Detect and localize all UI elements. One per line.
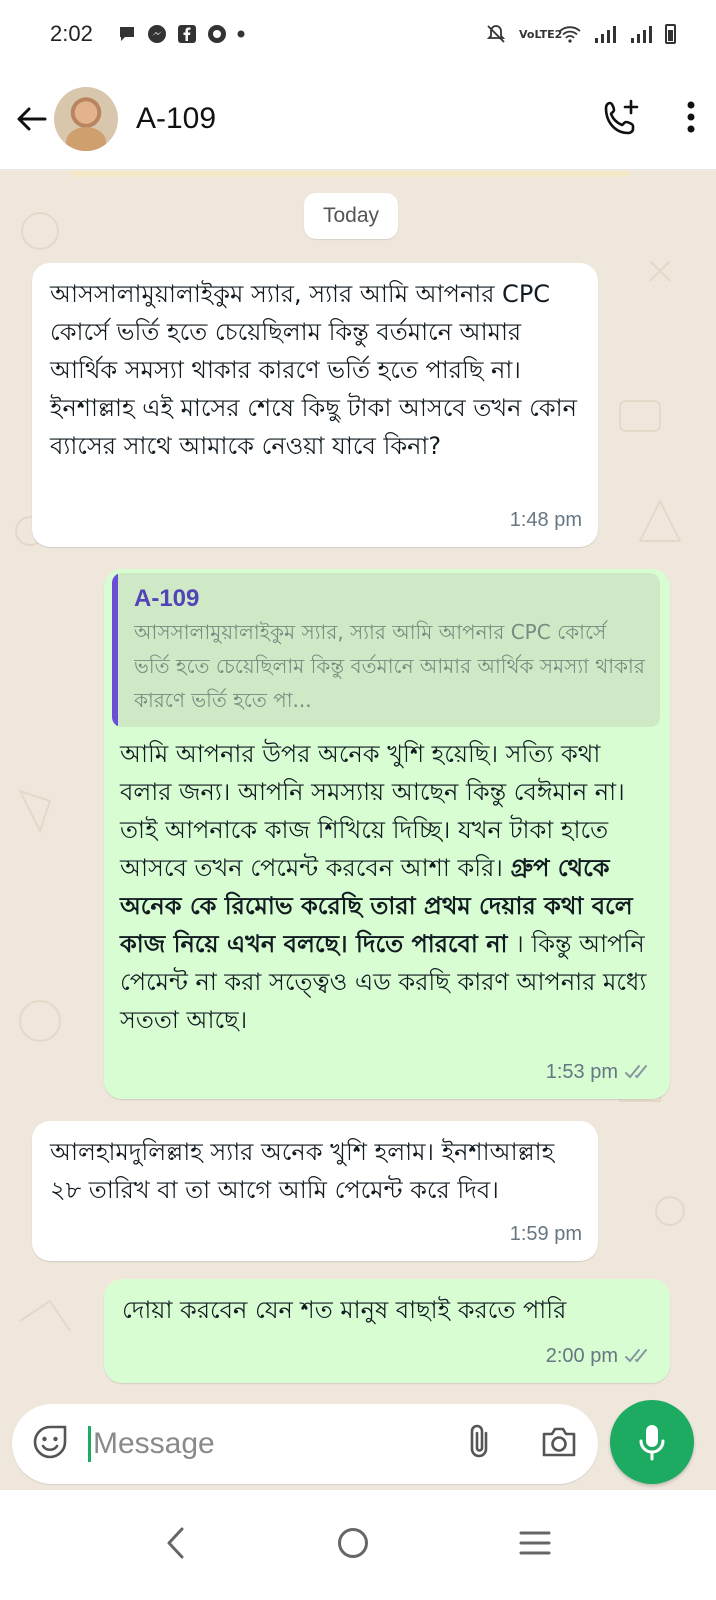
message-time: 2:00 pm (545, 1345, 618, 1367)
message-bubble-incoming[interactable]: আলহামদুলিল্লাহ স্যার অনেক খুশি হলাম। ইনশ… (32, 1121, 598, 1261)
status-bar: 2:02 VoLTE2 (0, 0, 716, 68)
quoted-text: আসসালামুয়ালাইকুম স্যার, স্যার আমি আপনার… (134, 620, 645, 712)
recents-icon (519, 1531, 551, 1555)
message-meta: 1:48 pm (510, 501, 582, 539)
message-meta: 1:53 pm (546, 1053, 654, 1091)
message-meta: 2:00 pm (546, 1337, 654, 1375)
composer-actions (466, 1423, 578, 1465)
camera-icon (542, 1427, 576, 1457)
microphone-icon (639, 1425, 665, 1461)
date-divider: Today (304, 193, 398, 239)
message-bubble-outgoing[interactable]: A-109 আসসালামুয়ালাইকুম স্যার, স্যার আমি… (104, 569, 670, 1099)
wifi-icon (559, 26, 581, 43)
message-text: আসসালামুয়ালাইকুম স্যার, স্যার আমি আপনার… (50, 280, 577, 460)
battery-icon (665, 24, 676, 44)
system-indicators: VoLTE2 (485, 23, 676, 45)
voice-message-button[interactable] (610, 1400, 694, 1484)
volte-label: VoLTE2 (519, 27, 563, 41)
message-input[interactable]: Message (12, 1404, 598, 1484)
back-button[interactable] (14, 102, 48, 136)
app-notification-icon (207, 25, 226, 43)
add-call-icon (604, 99, 639, 134)
more-options-button[interactable] (686, 100, 696, 138)
message-time: 1:59 pm (509, 1223, 582, 1245)
header-actions (602, 97, 696, 141)
message-text: আমি আপনার উপর অনেক খুশি হয়েছি। সত্যি কথ… (120, 735, 654, 1039)
facebook-icon (177, 25, 196, 43)
message-placeholder: Message (93, 1427, 215, 1460)
mute-icon (486, 25, 506, 43)
emoji-button[interactable] (32, 1424, 68, 1464)
more-vert-icon (687, 101, 695, 132)
signal-icon-2 (631, 26, 652, 43)
chat-header: A-109 (0, 68, 716, 170)
more-notifications-icon (237, 30, 245, 38)
nav-recents-button[interactable] (518, 1529, 552, 1561)
chat-area[interactable]: Today আসসালামুয়ালাইকুম স্যার, স্যার আমি… (0, 171, 716, 1396)
unread-banner-edge (70, 171, 630, 177)
emoji-icon (33, 1425, 67, 1459)
system-nav-bar (0, 1490, 716, 1600)
nav-home-button[interactable] (336, 1526, 370, 1564)
nav-back-button[interactable] (164, 1526, 188, 1564)
paperclip-icon (470, 1424, 488, 1458)
quoted-sender: A-109 (134, 585, 200, 612)
messenger-icon (147, 25, 166, 43)
add-call-button[interactable] (602, 97, 642, 141)
attach-button[interactable] (466, 1423, 492, 1465)
quoted-message[interactable]: A-109 আসসালামুয়ালাইকুম স্যার, স্যার আমি… (112, 573, 660, 727)
text-caret (88, 1426, 91, 1462)
message-text: আলহামদুলিল্লাহ স্যার অনেক খুশি হলাম। ইনশ… (50, 1138, 555, 1204)
camera-button[interactable] (540, 1425, 578, 1463)
home-circle-icon (338, 1528, 368, 1558)
notification-icons (117, 24, 245, 44)
chat-notification-icon (119, 27, 134, 41)
message-text: দোয়া করবেন যেন শত মানুষ বাছাই করতে পারি (122, 1296, 567, 1324)
arrow-left-icon (17, 107, 47, 130)
message-time: 1:53 pm (545, 1061, 618, 1083)
message-time: 1:48 pm (509, 509, 582, 531)
composer-bar: Message (0, 1396, 716, 1490)
signal-icon (595, 26, 616, 43)
chevron-left-icon (167, 1527, 184, 1559)
message-bubble-incoming[interactable]: আসসালামুয়ালাইকুম স্যার, স্যার আমি আপনার… (32, 263, 598, 547)
message-meta: 1:59 pm (510, 1215, 582, 1253)
contact-name[interactable]: A-109 (136, 102, 216, 136)
double-check-icon (625, 1065, 647, 1079)
contact-avatar[interactable] (54, 86, 118, 151)
status-time: 2:02 (50, 21, 93, 46)
double-check-icon (625, 1349, 647, 1363)
message-bubble-outgoing[interactable]: দোয়া করবেন যেন শত মানুষ বাছাই করতে পারি… (104, 1279, 670, 1383)
